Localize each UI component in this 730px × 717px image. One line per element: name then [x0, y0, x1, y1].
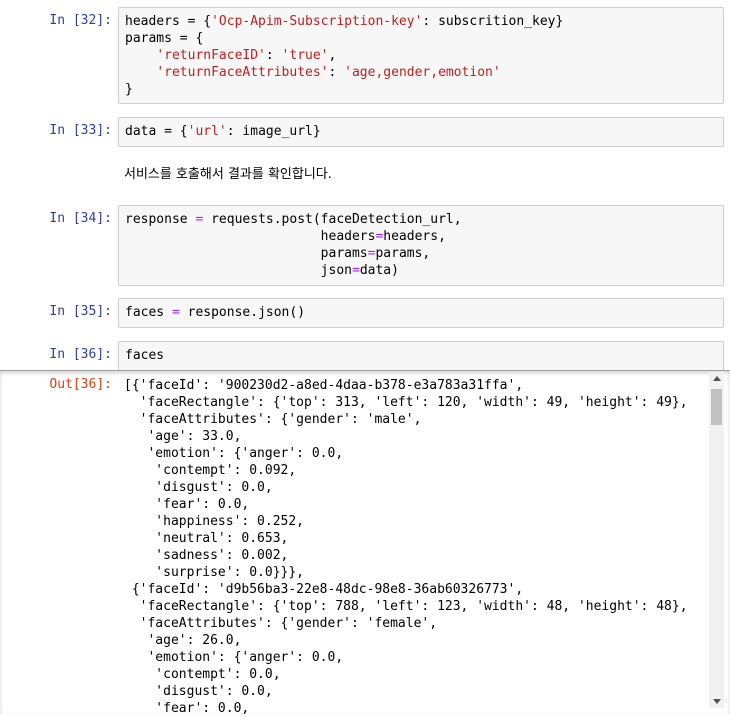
code-line: headers = {'Ocp-Apim-Subscription-key': …	[125, 14, 564, 29]
output-prompt: Out[36]:	[49, 377, 112, 392]
output-line: 'faceRectangle': {'top': 788, 'left': 12…	[124, 599, 688, 614]
output-line: 'faceRectangle': {'top': 313, 'left': 12…	[124, 395, 688, 410]
output-line: 'emotion': {'anger': 0.0,	[124, 650, 344, 665]
output-line: 'faceAttributes': {'gender': 'male',	[124, 412, 422, 427]
output-line: {'faceId': 'd9b56ba3-22e8-48dc-98e8-36ab…	[124, 582, 524, 597]
output-line: 'neutral': 0.653,	[124, 531, 289, 546]
input-prompt: In [34]:	[49, 211, 112, 226]
code-line: response = requests.post(faceDetection_u…	[125, 212, 462, 227]
output-line: 'fear': 0.0,	[124, 701, 250, 716]
code-line: params=params,	[125, 246, 431, 261]
output-line: 'age': 33.0,	[124, 429, 242, 444]
output-line: [{'faceId': '900230d2-a8ed-4daa-b378-e3a…	[124, 378, 524, 393]
input-prompt: In [33]:	[49, 123, 112, 138]
output-text: [{'faceId': '900230d2-a8ed-4daa-b378-e3a…	[124, 377, 688, 717]
code-editor[interactable]: response = requests.post(faceDetection_u…	[118, 205, 724, 286]
scroll-down-icon[interactable]	[713, 699, 721, 704]
output-line: 'happiness': 0.252,	[124, 514, 305, 529]
code-editor[interactable]: headers = {'Ocp-Apim-Subscription-key': …	[118, 7, 724, 104]
scroll-up-icon[interactable]	[713, 376, 721, 381]
code-line: 'returnFaceID': 'true',	[156, 48, 337, 63]
code-line: faces	[125, 348, 165, 363]
code-line: }	[125, 82, 133, 97]
code-line: data = {'url': image_url}	[125, 124, 321, 139]
scrollbar-thumb[interactable]	[711, 389, 722, 425]
code-line: json=data)	[125, 263, 399, 278]
code-line: params = {	[125, 31, 204, 46]
output-scrollbar[interactable]	[709, 372, 724, 708]
code-editor[interactable]: faces = response.json()	[118, 298, 724, 328]
input-prompt: In [35]:	[49, 304, 112, 319]
output-line: 'age': 26.0,	[124, 633, 242, 648]
output-line: 'faceAttributes': {'gender': 'female',	[124, 616, 438, 631]
output-line: 'contempt': 0.092,	[124, 463, 297, 478]
code-line: headers=headers,	[125, 229, 446, 244]
output-area: Out[36]: [{'faceId': '900230d2-a8ed-4daa…	[0, 370, 730, 717]
output-line: 'contempt': 0.0,	[124, 667, 281, 682]
code-line: faces = response.json()	[125, 305, 306, 320]
output-line: 'sadness': 0.002,	[124, 548, 289, 563]
input-prompt: In [36]:	[49, 347, 112, 362]
markdown-text: 서비스를 호출해서 결과를 확인합니다.	[124, 167, 332, 182]
output-line: 'fear': 0.0,	[124, 497, 250, 512]
output-line: 'emotion': {'anger': 0.0,	[124, 446, 344, 461]
code-editor[interactable]: data = {'url': image_url}	[118, 117, 724, 147]
output-line: 'disgust': 0.0,	[124, 480, 273, 495]
code-editor[interactable]: faces	[118, 341, 724, 371]
code-line: 'returnFaceAttributes': 'age,gender,emot…	[156, 65, 501, 80]
output-line: 'disgust': 0.0,	[124, 684, 273, 699]
output-line: 'surprise': 0.0}}},	[124, 565, 305, 580]
input-prompt: In [32]:	[49, 13, 112, 28]
